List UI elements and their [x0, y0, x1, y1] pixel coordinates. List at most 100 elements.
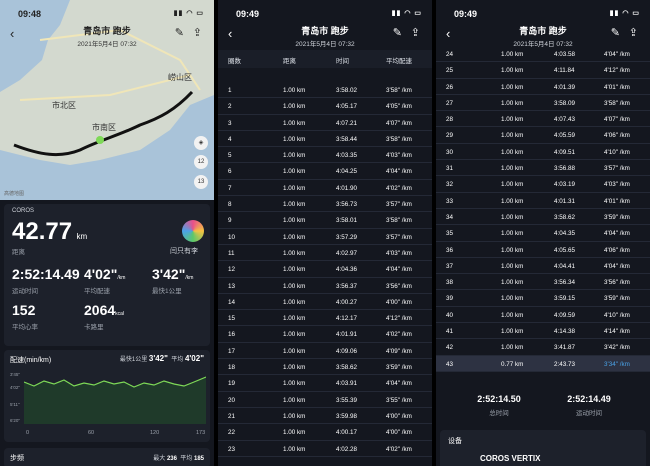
table-row: 23 1.00 km 4:02.28 4'02" /km: [218, 441, 432, 457]
table-row: 11 1.00 km 4:02.97 4'03" /km: [218, 245, 432, 262]
y-tick: 6'20": [10, 418, 20, 423]
table-row: 31 1.00 km 3:56.88 3'57" /km: [436, 160, 650, 177]
device-title: 设备: [448, 438, 462, 445]
share-icon[interactable]: ⇪: [411, 26, 420, 39]
summary-card: COROS 42.77 km 距离 闫只有李 2:52:14.49 运动时间 4…: [4, 204, 210, 346]
layers-icon[interactable]: ◈: [194, 136, 208, 150]
lap-time: 4:01.31: [554, 197, 576, 205]
table-row: 21 1.00 km 3:59.98 4'00" /km: [218, 408, 432, 425]
stat-label: 运动时间: [12, 288, 38, 295]
share-icon[interactable]: ⇪: [193, 26, 202, 39]
lap-pace: 4'03" /km: [386, 249, 412, 257]
x-tick: 0: [26, 430, 30, 436]
table-row: 35 1.00 km 4:04.35 4'04" /km: [436, 225, 650, 242]
map-label: 市南区: [92, 123, 116, 132]
back-icon[interactable]: ‹: [228, 26, 232, 41]
share-icon[interactable]: ⇪: [629, 26, 638, 39]
lap-time: 4:02.28: [336, 445, 358, 453]
summary-panel: 崂山区 市北区 市南区 高德地图 ◈ 12 13 09:48 ▮▮ ◠ ▭ ‹ 青…: [0, 0, 214, 466]
status-bar: 09:49 ▮▮ ◠ ▭: [218, 0, 432, 20]
stat-value: 2:52:14.49: [12, 266, 80, 282]
edit-icon[interactable]: ✎: [175, 26, 184, 39]
lap-number: 42: [446, 344, 454, 352]
distance-unit: km: [76, 232, 88, 241]
back-icon[interactable]: ‹: [10, 26, 14, 41]
lap-distance: 1.00 km: [283, 135, 306, 143]
laps-panel-2: 09:49 ▮▮ ◠ ▭ ‹ 青岛市 跑步 2021年5月4日 07:32 ✎ ⇪…: [436, 0, 650, 466]
lap-number: 35: [446, 230, 454, 238]
cadence-title: 步频: [10, 455, 24, 462]
x-tick: 60: [88, 430, 95, 436]
lap-number: 4: [228, 135, 232, 143]
cadence-card[interactable]: 步频 最大 236 平均 185: [4, 448, 210, 466]
edit-icon[interactable]: ✎: [393, 26, 402, 39]
lap-time: 4:07.43: [554, 116, 576, 124]
map-zoom-12[interactable]: 12: [194, 155, 208, 169]
lap-number: 9: [228, 217, 232, 225]
lap-distance: 1.00 km: [283, 396, 306, 404]
distance-value: 42.77: [12, 218, 73, 245]
lap-time: 4:12.17: [336, 315, 358, 323]
lap-number: 13: [228, 282, 236, 290]
total-time-value: 2:52:14.50: [477, 394, 521, 404]
lap-distance: 1.00 km: [283, 315, 306, 323]
table-row: 25 1.00 km 4:11.84 4'12" /km: [436, 62, 650, 79]
table-row: 14 1.00 km 4:00.27 4'00" /km: [218, 294, 432, 311]
map-credit: 高德地图: [4, 191, 25, 197]
lap-number: 19: [228, 380, 236, 388]
lap-pace: 3'59" /km: [386, 364, 412, 372]
lap-distance: 1.00 km: [283, 266, 306, 274]
header: ‹ 青岛市 跑步 2021年5月4日 07:32 ✎ ⇪: [436, 20, 650, 48]
lap-distance: 1.00 km: [283, 429, 306, 437]
status-bar: 09:49 ▮▮ ◠ ▭: [436, 0, 650, 20]
pace-chart: [24, 376, 206, 424]
table-row: 16 1.00 km 4:01.91 4'02" /km: [218, 326, 432, 343]
lap-pace: 4'03" /km: [386, 152, 412, 160]
lap-number: 2: [228, 103, 232, 111]
lap-number: 41: [446, 328, 454, 336]
lap-number: 34: [446, 213, 454, 221]
lap-time: 3:59.98: [336, 412, 358, 420]
lap-distance: 1.00 km: [501, 116, 524, 124]
lap-number: 15: [228, 315, 236, 323]
lap-number: 14: [228, 298, 236, 306]
device-card[interactable]: 设备 COROS VERTIX: [440, 430, 646, 466]
table-row: 38 1.00 km 3:56.34 3'56" /km: [436, 274, 650, 291]
back-icon[interactable]: ‹: [446, 26, 450, 41]
lap-distance: 1.00 km: [283, 380, 306, 388]
lap-pace: 4'09" /km: [386, 347, 412, 355]
pace-summary: 最快1公里 3'42" 平均 4'02": [120, 354, 204, 363]
map-zoom-13[interactable]: 13: [194, 175, 208, 189]
table-row: 33 1.00 km 4:01.31 4'01" /km: [436, 193, 650, 209]
pace-avg-label: 平均: [171, 357, 184, 363]
lap-time: 3:56.73: [336, 201, 358, 209]
lap-time: 4:00.17: [336, 429, 358, 437]
table-header: 圈数 距离 时间 平均配速: [218, 50, 432, 68]
table-row: 26 1.00 km 4:01.39 4'01" /km: [436, 79, 650, 95]
lap-number: 30: [446, 148, 454, 156]
stat-unit: kcal: [115, 311, 125, 317]
lap-distance: 1.00 km: [283, 152, 306, 160]
stat-label: 最快1公里: [152, 288, 182, 295]
lap-distance: 1.00 km: [501, 328, 524, 336]
lap-distance: 1.00 km: [283, 445, 306, 453]
lap-distance: 1.00 km: [501, 262, 524, 270]
table-row: 17 1.00 km 4:09.06 4'09" /km: [218, 343, 432, 360]
lap-time: 4:03.91: [336, 380, 358, 388]
lap-pace: 3'42" /km: [604, 344, 630, 352]
table-row: 41 1.00 km 4:14.38 4'14" /km: [436, 323, 650, 340]
pace-chart-card[interactable]: 配速(min/km) 最快1公里 3'42" 平均 4'02" 3'45" 4'…: [4, 350, 210, 442]
lap-distance: 1.00 km: [283, 217, 306, 225]
table-row: 24 1.00 km 4:03.58 4'04" /km: [436, 46, 650, 63]
lap-number: 27: [446, 99, 454, 107]
lap-distance: 1.00 km: [501, 51, 524, 58]
stat-value: 152: [12, 302, 36, 318]
lap-distance: 1.00 km: [501, 311, 524, 319]
lap-number: 39: [446, 295, 454, 303]
avatar[interactable]: [182, 220, 204, 242]
lap-pace: 4'10" /km: [604, 311, 630, 319]
edit-icon[interactable]: ✎: [611, 26, 620, 39]
lap-pace: 4'02" /km: [386, 445, 412, 453]
lap-pace: 4'07" /km: [386, 119, 412, 127]
lap-pace: 4'02" /km: [386, 331, 412, 339]
